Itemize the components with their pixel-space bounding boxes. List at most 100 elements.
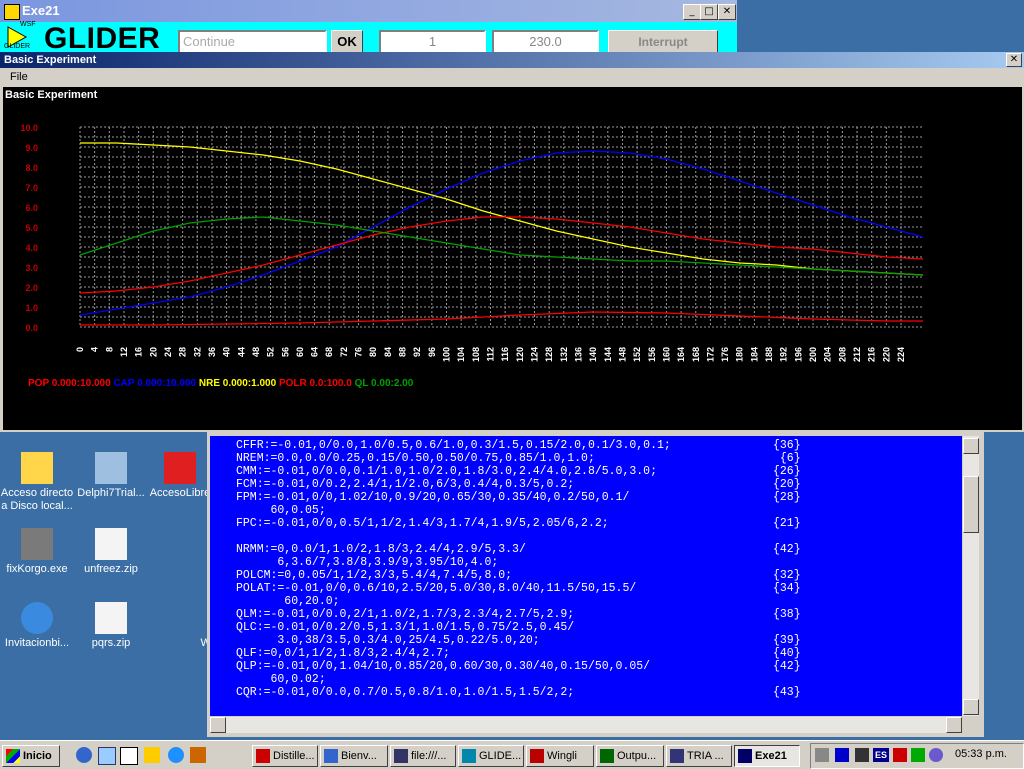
exe21-titlebar[interactable]: Exe21 _ □ ✕ — [0, 0, 737, 22]
code-line: QLF:=0,0/1,1/2,1.8/3,2.4/4,2.7; — [236, 647, 450, 660]
start-button[interactable]: Inicio — [2, 745, 60, 767]
quicklaunch-desktop-icon[interactable] — [98, 747, 116, 765]
taskbar-button-label: GLIDE... — [479, 750, 522, 762]
taskbar-button-label: Outpu... — [617, 750, 657, 762]
x-tick-label: 128 — [544, 347, 554, 362]
x-tick-label: 224 — [896, 347, 906, 362]
x-tick-label: 68 — [324, 347, 334, 357]
x-tick-label: 220 — [881, 347, 891, 362]
x-tick-label: 32 — [192, 347, 202, 357]
code-line: 6,3.6/7,3.8/8,3.9/9,3.95/10,4.0; — [236, 556, 499, 569]
interrupt-button[interactable]: Interrupt — [608, 30, 718, 54]
code-line: QLP:=-0.01,0/0,1.04/10,0.85/20,0.60/30,0… — [236, 660, 651, 673]
x-tick-label: 44 — [236, 347, 246, 357]
taskbar-button[interactable]: Bienv... — [320, 745, 388, 767]
horizontal-scrollbar[interactable] — [210, 717, 962, 733]
code-line: FPM:=-0.01,0/0,1.02/10,0.9/20,0.65/30,0.… — [236, 491, 630, 504]
quicklaunch-media-icon[interactable] — [144, 747, 160, 763]
y-tick-label: 7.0 — [25, 183, 38, 193]
code-line: 60,0.05; — [236, 504, 326, 517]
close-icon[interactable]: ✕ — [1006, 53, 1022, 67]
maximize-icon[interactable]: □ — [700, 4, 718, 20]
desktop-icon[interactable]: unfreez.zip — [71, 528, 151, 576]
x-tick-label: 24 — [163, 347, 173, 357]
quicklaunch-app-icon[interactable] — [190, 747, 206, 763]
desktop-icon[interactable]: pqrs.zip — [71, 602, 151, 650]
vertical-scrollbar[interactable] — [963, 436, 979, 716]
taskbar-button[interactable]: Exe21 — [734, 745, 800, 767]
series-line-pop — [80, 311, 923, 326]
code-line: 60,20.0; — [236, 595, 340, 608]
volume-icon[interactable] — [815, 748, 829, 762]
legend-cap: CAP — [113, 378, 138, 389]
taskbar-app-icon — [530, 749, 544, 764]
x-tick-label: 84 — [383, 347, 393, 357]
minimize-icon[interactable]: _ — [683, 4, 701, 20]
taskbar-button[interactable]: file:///... — [390, 745, 456, 767]
quicklaunch-globe-icon[interactable] — [76, 747, 92, 763]
quicklaunch-tool-icon[interactable] — [120, 747, 138, 765]
tray-app2-icon[interactable] — [911, 748, 925, 762]
app-icon — [4, 4, 20, 20]
x-tick-label: 136 — [573, 347, 583, 362]
taskbar-button[interactable]: Wingli — [526, 745, 594, 767]
x-tick-label: 80 — [368, 347, 378, 357]
y-tick-label: 4.0 — [25, 243, 38, 253]
code-line-index: {6} — [773, 452, 801, 465]
x-tick-label: 156 — [647, 347, 657, 362]
x-tick-label: 28 — [178, 347, 188, 357]
menu-file[interactable]: File — [10, 71, 28, 83]
windows-logo-icon — [6, 749, 20, 764]
code-text-area[interactable]: CFFR:=-0.01,0/0.0,1.0/0.5,0.6/1.0,0.3/1.… — [210, 436, 962, 716]
x-tick-label: 16 — [134, 347, 144, 357]
legend-range-nre: 0.000:1.000 — [222, 378, 279, 389]
language-indicator[interactable]: ES — [873, 748, 889, 762]
desktop-icon-label: Invitacionbi... — [4, 637, 70, 649]
x-tick-label: 172 — [705, 347, 715, 362]
x-tick-label: 168 — [691, 347, 701, 362]
desktop-icon[interactable]: Invitacionbi... — [0, 602, 77, 650]
x-tick-label: 72 — [339, 347, 349, 357]
desktop-icon[interactable]: Delphi7Trial... — [71, 452, 151, 500]
x-tick-label: 124 — [529, 347, 539, 362]
x-tick-label: 216 — [867, 347, 877, 362]
basic-experiment-titlebar[interactable]: Basic Experiment ✕ — [0, 52, 1024, 68]
code-line: QLC:=-0.01,0/0.2/0.5,1.3/1,1.0/1.5,0.75/… — [236, 621, 575, 634]
taskbar-button[interactable]: GLIDE... — [458, 745, 524, 767]
continue-input[interactable]: Continue — [178, 30, 327, 54]
media-play-icon[interactable] — [835, 748, 849, 762]
scroll-right-arrow-icon[interactable] — [946, 717, 962, 733]
step-field[interactable]: 1 — [379, 30, 486, 54]
desktop-icon[interactable]: Acceso directo a Disco local... — [0, 452, 77, 513]
taskbar-button[interactable]: TRIA ... — [666, 745, 732, 767]
tray-app-icon[interactable] — [893, 748, 907, 762]
taskbar-app-icon — [600, 749, 614, 764]
tray-app3-icon[interactable] — [929, 748, 943, 762]
x-tick-label: 56 — [280, 347, 290, 357]
desktop-icon[interactable]: fixKorgo.exe — [0, 528, 77, 576]
scroll-down-arrow-icon[interactable] — [963, 699, 979, 715]
scroll-up-arrow-icon[interactable] — [963, 438, 979, 454]
taskbar-button[interactable]: Outpu... — [596, 745, 664, 767]
quicklaunch-ie-icon[interactable] — [168, 747, 184, 763]
ok-button[interactable]: OK — [331, 30, 363, 54]
code-line: POLCM:=0,0.05/1,1/2,3/3,5.4/4,7.4/5,8.0; — [236, 569, 513, 582]
clock[interactable]: 05:33 p.m. — [955, 748, 1007, 760]
code-line: CMM:=-0.01,0/0.0,0.1/1.0,1.0/2.0,1.8/3.0… — [236, 465, 657, 478]
x-tick-label: 180 — [735, 347, 745, 362]
monitor-icon[interactable] — [855, 748, 869, 762]
y-tick-label: 3.0 — [25, 263, 38, 273]
taskbar-app-icon — [462, 749, 476, 764]
taskbar-app-icon — [324, 749, 338, 764]
taskbar-button[interactable]: Distille... — [252, 745, 318, 767]
scroll-thumb[interactable] — [963, 476, 979, 533]
ie-icon — [21, 602, 53, 634]
scroll-left-arrow-icon[interactable] — [210, 717, 226, 733]
x-tick-label: 96 — [427, 347, 437, 357]
x-tick-label: 188 — [764, 347, 774, 362]
time-field[interactable]: 230.0 — [492, 30, 599, 54]
close-icon[interactable]: ✕ — [718, 4, 736, 20]
basic-title: Basic Experiment — [4, 54, 97, 66]
y-tick-label: 9.0 — [25, 143, 38, 153]
x-tick-label: 100 — [442, 347, 452, 362]
